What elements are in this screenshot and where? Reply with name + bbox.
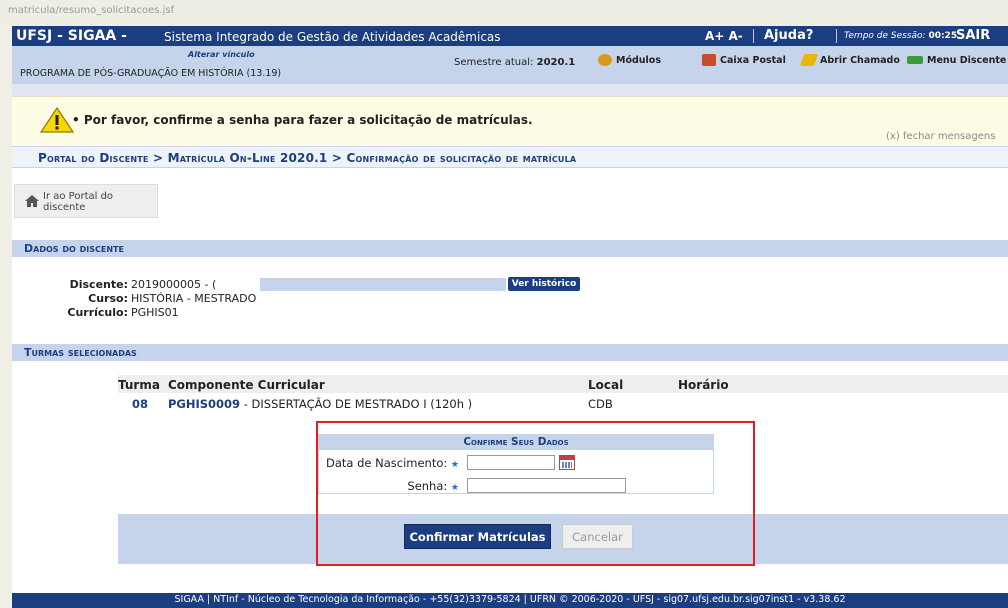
confirm-box-header: Confirme Seus Dados <box>319 435 713 450</box>
confirm-data-box: Confirme Seus Dados Data de Nascimento: … <box>318 434 714 494</box>
warning-message: • Por favor, confirme a senha para fazer… <box>12 96 1008 146</box>
ticket-icon <box>799 54 819 66</box>
student-section-header: Dados do discente <box>12 240 1008 257</box>
button-bar: Confirmar Matrículas Cancelar <box>118 514 1008 564</box>
divider <box>753 29 754 43</box>
turma-link[interactable]: 08 <box>132 397 148 411</box>
col-turma: Turma <box>118 378 160 392</box>
menu-icon <box>907 56 923 64</box>
help-link[interactable]: Ajuda? <box>764 28 813 43</box>
password-label: Senha: ★ <box>407 479 459 493</box>
modules-icon <box>598 54 612 66</box>
student-id-field: Discente: 2019000005 - ( <box>69 278 217 291</box>
required-icon: ★ <box>450 460 459 470</box>
warning-icon <box>40 107 74 133</box>
col-componente: Componente Curricular <box>168 378 325 392</box>
brand: UFSJ - SIGAA - <box>16 28 127 44</box>
birth-date-field[interactable] <box>467 455 555 470</box>
password-field[interactable] <box>467 478 626 493</box>
classes-section-header: Turmas selecionadas <box>12 344 1008 361</box>
col-horario: Horário <box>678 378 729 392</box>
semester: Semestre atual: 2020.1 <box>454 57 576 68</box>
info-bar: Alterar vínculo PROGRAMA DE PÓS-GRADUAÇÃ… <box>12 46 1008 84</box>
warning-text: • Por favor, confirme a senha para fazer… <box>72 113 533 127</box>
table-row: 08 PGHIS0009 - DISSERTAÇÃO DE MESTRADO I… <box>118 396 1008 412</box>
page: UFSJ - SIGAA - Sistema Integrado de Gest… <box>12 26 1008 608</box>
component-code-link[interactable]: PGHIS0009 <box>168 397 240 411</box>
confirm-enrollment-button[interactable]: Confirmar Matrículas <box>404 524 551 549</box>
curriculum-field: Currículo: PGHIS01 <box>67 306 179 319</box>
program-name: PROGRAMA DE PÓS-GRADUAÇÃO EM HISTÓRIA (1… <box>20 68 282 79</box>
divider <box>836 29 837 43</box>
classes-table-header: Turma Componente Curricular Local Horári… <box>118 375 1008 393</box>
redacted-name <box>260 278 506 291</box>
home-icon <box>25 195 39 207</box>
cancel-button[interactable]: Cancelar <box>562 524 633 549</box>
calendar-icon[interactable] <box>559 455 575 470</box>
component-name: - DISSERTAÇÃO DE MESTRADO I (120h ) <box>240 397 473 411</box>
ticket-button[interactable]: Abrir Chamado <box>799 52 900 68</box>
alter-vinculo-link[interactable]: Alterar vínculo <box>188 50 255 59</box>
modules-button[interactable]: Módulos <box>598 52 661 68</box>
footer: SIGAA | NTInf - Núcleo de Tecnologia da … <box>12 593 1008 608</box>
student-menu-button[interactable]: Menu Discente <box>907 52 1006 68</box>
col-local: Local <box>588 378 624 392</box>
breadcrumb: Portal do Discente > Matrícula On-Line 2… <box>12 146 1008 168</box>
mailbox-icon <box>702 54 716 66</box>
session-timer: Tempo de Sessão: 00:25 <box>844 31 958 41</box>
course-field: Curso: HISTÓRIA - MESTRADO <box>88 292 257 305</box>
birth-date-label: Data de Nascimento: ★ <box>325 456 459 470</box>
required-icon: ★ <box>450 483 459 493</box>
system-name: Sistema Integrado de Gestão de Atividade… <box>164 30 501 44</box>
component-cell: PGHIS0009 - DISSERTAÇÃO DE MESTRADO I (1… <box>168 397 472 411</box>
local-cell: CDB <box>588 397 613 411</box>
font-size-controls[interactable]: A+ A- <box>705 29 743 43</box>
mailbox-button[interactable]: Caixa Postal <box>702 52 786 68</box>
portal-button[interactable]: Ir ao Portal do discente <box>14 184 158 218</box>
history-button[interactable]: Ver histórico <box>508 277 580 291</box>
close-message-link[interactable]: (x) fechar mensagens <box>886 131 995 142</box>
portal-button-label: Ir ao Portal do discente <box>43 191 114 213</box>
top-header: UFSJ - SIGAA - Sistema Integrado de Gest… <box>12 26 1008 46</box>
info-strip <box>12 84 1008 96</box>
logout-link[interactable]: SAIR <box>956 28 990 43</box>
address-fragment: matricula/resumo_solicitacoes.jsf <box>0 0 1008 26</box>
